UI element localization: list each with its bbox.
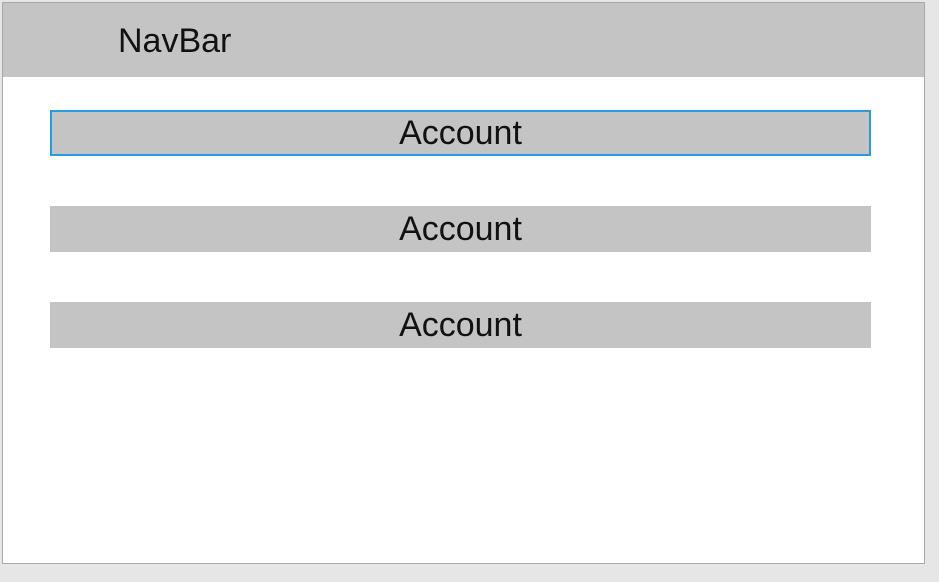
navbar-title: NavBar xyxy=(118,22,232,60)
navbar: NavBar xyxy=(3,3,924,77)
app-frame: NavBar Account Account Account xyxy=(2,2,925,564)
account-button-3[interactable]: Account xyxy=(50,302,871,348)
account-button-2[interactable]: Account xyxy=(50,206,871,252)
account-button-1[interactable]: Account xyxy=(50,110,871,156)
